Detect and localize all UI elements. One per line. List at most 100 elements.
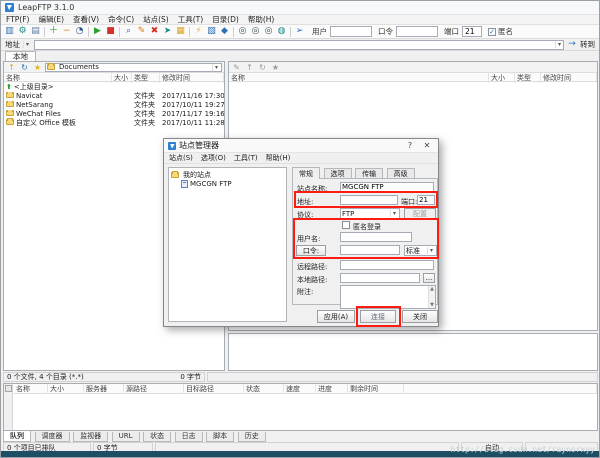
tab-url[interactable]: URL: [112, 432, 140, 442]
user-input[interactable]: [330, 26, 372, 37]
address-combo-arrow-icon[interactable]: ▾: [555, 41, 563, 48]
options-icon[interactable]: ⚙: [16, 26, 29, 38]
list-item[interactable]: 自定义 Office 模板 文件夹2017/10/11 11:28: [4, 118, 224, 127]
tab-general[interactable]: 常规: [292, 167, 320, 179]
address-combobox[interactable]: ▾: [34, 40, 564, 50]
find-next-icon[interactable]: ◎: [249, 26, 262, 38]
computer-icon[interactable]: ▤: [29, 26, 42, 38]
notes-textarea[interactable]: ▲▼: [340, 285, 436, 309]
tree-site-item[interactable]: MGCGN FTP: [181, 179, 284, 188]
list-item[interactable]: NetSarang 文件夹2017/10/11 19:27: [4, 100, 224, 109]
menu-ftp[interactable]: FTP(F): [6, 15, 29, 24]
notes-scrollbar[interactable]: ▲▼: [428, 286, 435, 308]
username-input[interactable]: [340, 232, 412, 242]
add-icon[interactable]: ＋: [47, 26, 60, 38]
port-input[interactable]: [417, 195, 435, 205]
go-icon[interactable]: →: [567, 39, 577, 51]
menu-help[interactable]: 帮助(H): [248, 14, 275, 25]
dialog-menu-tools[interactable]: 工具(T): [234, 153, 258, 163]
close-button[interactable]: 关闭: [402, 310, 438, 323]
password-mode-combo-arrow-icon[interactable]: ▾: [427, 247, 435, 254]
queue-column-progress[interactable]: 进度: [316, 384, 348, 394]
remove-icon[interactable]: −: [60, 26, 73, 38]
tab-log[interactable]: 日志: [175, 432, 203, 442]
up-directory-icon[interactable]: ↑: [244, 62, 255, 72]
list-item[interactable]: ⬆<上级目录>: [4, 82, 224, 91]
list-item[interactable]: Navicat 文件夹2017/11/16 17:30: [4, 91, 224, 100]
stop-transfer-icon[interactable]: ■: [104, 26, 117, 38]
dialog-close-button[interactable]: ✕: [420, 140, 434, 151]
remote-path-input[interactable]: [340, 260, 434, 270]
tab-options[interactable]: 选项: [324, 168, 352, 179]
favorites-icon[interactable]: ★: [32, 62, 43, 72]
column-modified[interactable]: 修改时间: [160, 73, 224, 83]
search-icon[interactable]: ⌕: [122, 26, 135, 38]
view-icon[interactable]: ▧: [205, 26, 218, 38]
tab-script[interactable]: 脚本: [206, 432, 234, 442]
password-input[interactable]: [396, 26, 438, 37]
queue-gutter-button[interactable]: [5, 385, 12, 392]
dialog-menu-site[interactable]: 站点(S): [169, 153, 193, 163]
password-mode-combobox[interactable]: 标准 ▾: [404, 245, 437, 256]
queue-column-time-left[interactable]: 剩余时间: [348, 384, 404, 394]
menu-command[interactable]: 命令(C): [108, 14, 134, 25]
menu-directory[interactable]: 目录(D): [212, 14, 239, 25]
menu-view[interactable]: 查看(V): [73, 14, 99, 25]
tab-monitor[interactable]: 监视器: [73, 432, 108, 442]
password-button[interactable]: 口令:: [296, 245, 326, 256]
go-label[interactable]: 转到: [580, 39, 595, 50]
apply-button[interactable]: 应用(A): [317, 310, 355, 323]
dialog-help-button[interactable]: ?: [403, 140, 417, 151]
find-icon[interactable]: ◎: [236, 26, 249, 38]
column-modified[interactable]: 修改时间: [541, 73, 597, 83]
start-transfer-icon[interactable]: ▶: [91, 26, 104, 38]
address-label-dropdown-icon[interactable]: ▾: [23, 41, 31, 48]
password-input[interactable]: [340, 245, 400, 255]
column-type[interactable]: 类型: [132, 73, 160, 83]
site-manager-icon[interactable]: ▥: [3, 26, 16, 38]
address-input[interactable]: [340, 195, 398, 205]
refresh-icon[interactable]: ↻: [19, 62, 30, 72]
queue-column-size[interactable]: 大小: [48, 384, 84, 394]
site-name-input[interactable]: [340, 182, 434, 192]
queue-column-target-path[interactable]: 目标路径: [184, 384, 244, 394]
anonymous-checkbox[interactable]: ✓: [488, 28, 496, 36]
local-path-combo-arrow-icon[interactable]: ▾: [212, 64, 220, 71]
anonymous-login-checkbox[interactable]: [342, 221, 350, 229]
connect-button[interactable]: 连接: [360, 310, 396, 323]
delete-icon[interactable]: ✖: [148, 26, 161, 38]
edit-icon[interactable]: ✎: [231, 62, 242, 72]
find-prev-icon[interactable]: ◎: [262, 26, 275, 38]
tab-advanced[interactable]: 高级: [387, 168, 415, 179]
queue-column-name[interactable]: 名称: [14, 384, 48, 394]
dialog-menu-options[interactable]: 选项(O): [201, 153, 226, 163]
tab-transfer[interactable]: 传输: [355, 168, 383, 179]
transfer-mode-icon[interactable]: ➢: [293, 26, 306, 38]
quick-connect-icon[interactable]: ⚡: [192, 26, 205, 38]
column-size[interactable]: 大小: [489, 73, 515, 83]
schedule-icon[interactable]: ◔: [73, 26, 86, 38]
queue-column-speed[interactable]: 速度: [284, 384, 316, 394]
column-name[interactable]: 名称: [229, 73, 489, 83]
menu-edit[interactable]: 编辑(E): [38, 14, 64, 25]
tree-root-my-sites[interactable]: 我的站点: [171, 170, 284, 179]
scroll-up-icon[interactable]: ▲: [430, 286, 434, 292]
queue-column-status[interactable]: 状态: [244, 384, 284, 394]
protocol-combobox[interactable]: FTP ▾: [340, 208, 400, 219]
refresh-icon[interactable]: ↻: [257, 62, 268, 72]
web-icon[interactable]: ◍: [275, 26, 288, 38]
tab-history[interactable]: 历史: [238, 432, 266, 442]
port-input[interactable]: [462, 26, 482, 37]
local-path-input[interactable]: [340, 273, 420, 283]
edit-icon[interactable]: ✎: [135, 26, 148, 38]
tab-scheduler[interactable]: 调度器: [35, 432, 70, 442]
protocol-combo-arrow-icon[interactable]: ▾: [390, 210, 398, 217]
menu-site[interactable]: 站点(S): [143, 14, 169, 25]
upload-folder-icon[interactable]: ▦: [174, 26, 187, 38]
tab-queue[interactable]: 队列: [3, 431, 31, 442]
sync-icon[interactable]: ◆: [218, 26, 231, 38]
browse-button[interactable]: ...: [423, 273, 435, 283]
up-directory-icon[interactable]: ↑: [6, 62, 17, 72]
queue-column-server[interactable]: 服务器: [84, 384, 124, 394]
tab-status[interactable]: 状态: [143, 432, 171, 442]
